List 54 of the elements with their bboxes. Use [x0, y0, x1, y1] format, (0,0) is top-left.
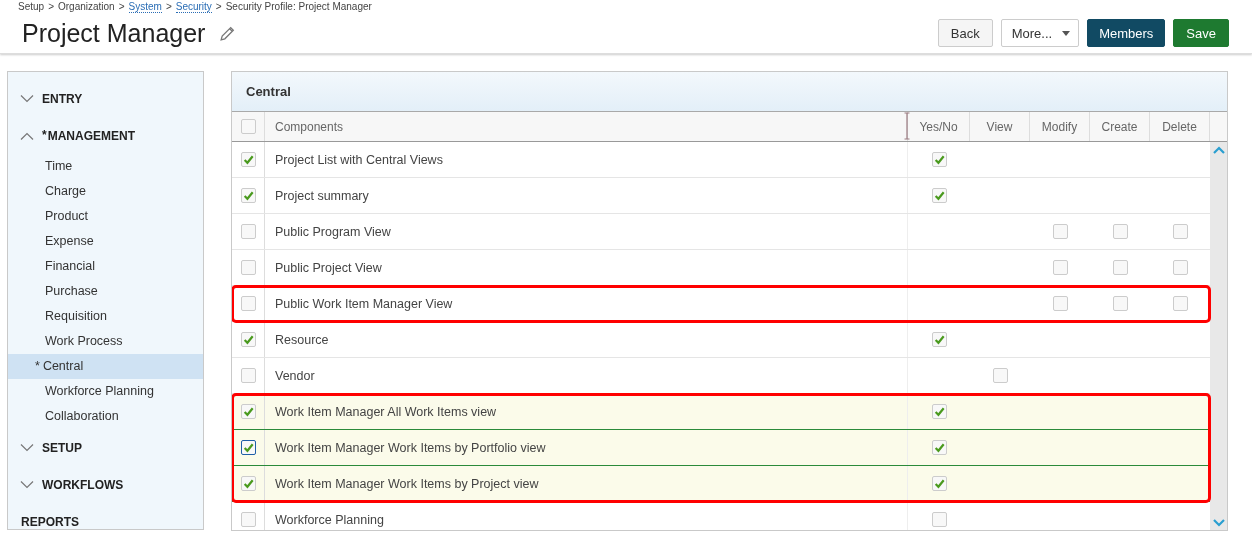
breadcrumb-link[interactable]: System: [128, 0, 162, 13]
component-name: Vendor: [265, 358, 908, 393]
breadcrumb-separator: >: [215, 0, 222, 13]
component-name: Work Item Manager Work Items by Project view: [265, 466, 908, 501]
sidebar-item[interactable]: * Central: [8, 354, 203, 379]
action-button[interactable]: Save: [1173, 19, 1229, 47]
sidebar-item[interactable]: Expense: [8, 229, 203, 254]
sidebar-item[interactable]: Collaboration: [8, 404, 203, 429]
component-name: Work Item Manager All Work Items view: [265, 394, 908, 429]
component-name: Public Program View: [265, 214, 908, 249]
column-header: Create: [1090, 112, 1150, 141]
sidebar-item[interactable]: Financial: [8, 254, 203, 279]
breadcrumb-link[interactable]: Security: [175, 0, 212, 13]
column-header: View: [970, 112, 1030, 141]
scroll-up-icon[interactable]: [1212, 146, 1225, 154]
action-button[interactable]: Back: [937, 19, 993, 47]
more-dropdown[interactable]: More...: [1000, 19, 1080, 47]
breadcrumb-item: Setup: [18, 0, 45, 13]
sidebar-section[interactable]: *MANAGEMENT: [8, 117, 203, 154]
action-button[interactable]: Members: [1087, 19, 1166, 47]
scrollbar[interactable]: [1210, 142, 1227, 530]
pencil-icon[interactable]: [219, 24, 237, 42]
column-header: Modify: [1030, 112, 1090, 141]
component-name: Public Work Item Manager View: [265, 286, 908, 321]
breadcrumb-separator: >: [48, 0, 54, 13]
component-name: Project List with Central Views: [265, 142, 908, 177]
sidebar-item[interactable]: Time: [8, 154, 203, 179]
breadcrumb-separator: >: [165, 0, 172, 13]
component-name: Project summary: [265, 178, 908, 213]
modified-marker: *: [42, 128, 47, 142]
sidebar-item[interactable]: Purchase: [8, 279, 203, 304]
page-title: Project Manager: [22, 18, 206, 48]
sidebar-item[interactable]: Requisition: [8, 304, 203, 329]
sidebar-item[interactable]: Work Process: [8, 329, 203, 354]
caret-icon: [1062, 30, 1071, 36]
sidebar-item[interactable]: Workforce Planning: [8, 379, 203, 404]
breadcrumb-item: Organization: [58, 0, 115, 13]
breadcrumb-separator: >: [118, 0, 125, 13]
column-header: Components: [265, 112, 908, 141]
component-name: Work Item Manager Work Items by Portfolio view: [265, 430, 908, 465]
scroll-down-icon[interactable]: [1212, 519, 1225, 527]
sidebar-section[interactable]: SETUP: [8, 429, 203, 466]
sidebar-section[interactable]: WORKFLOWS: [8, 466, 203, 503]
column-header: Delete: [1150, 112, 1210, 141]
component-name: Workforce Planning: [265, 502, 908, 530]
checkbox[interactable]: [240, 440, 256, 455]
sidebar-item[interactable]: Product: [8, 204, 203, 229]
sidebar-section[interactable]: ENTRY: [8, 80, 203, 117]
component-name: Public Project View: [265, 250, 908, 285]
component-name: Resource: [265, 322, 908, 357]
panel-title: Central: [246, 84, 291, 99]
breadcrumb-item: Security Profile: Project Manager: [225, 0, 372, 13]
sidebar-section[interactable]: REPORTS: [8, 503, 203, 537]
sidebar-item[interactable]: Charge: [8, 179, 203, 204]
